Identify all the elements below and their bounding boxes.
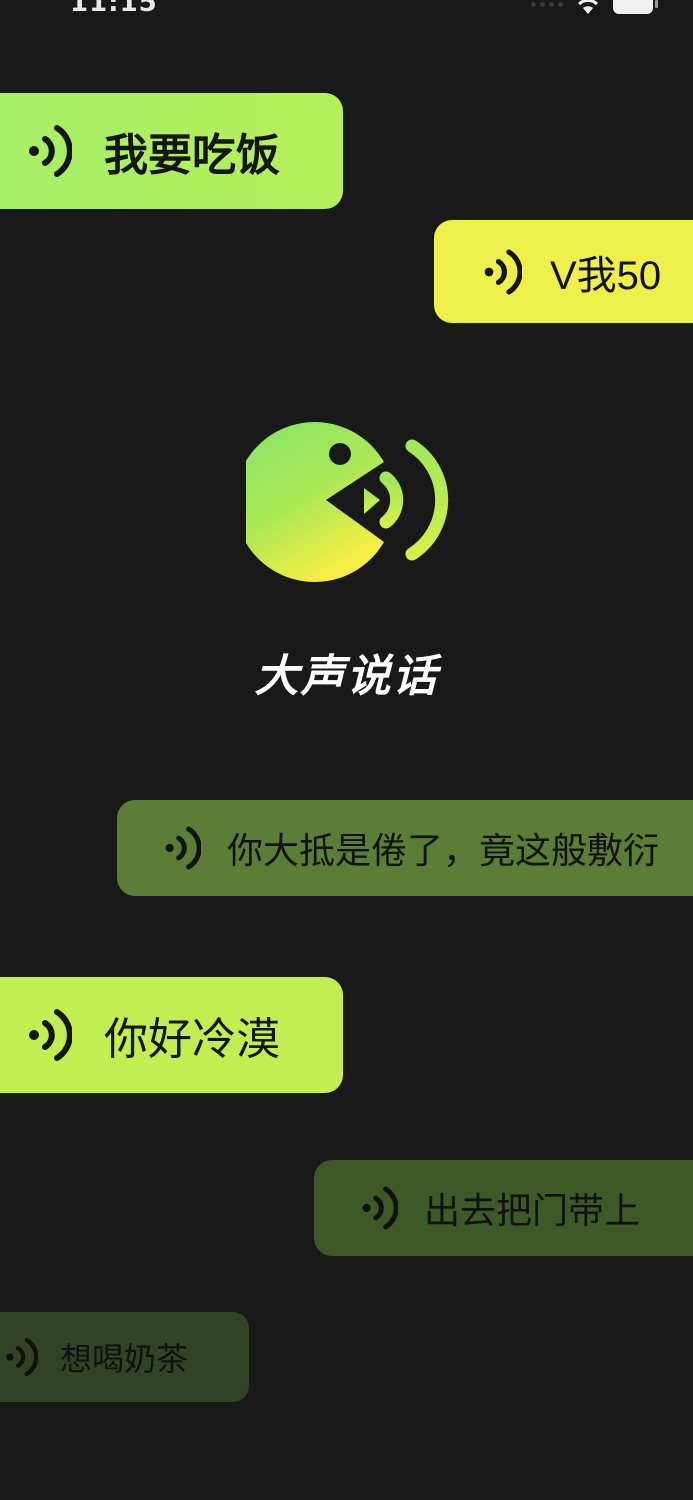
status-icons — [531, 0, 658, 16]
phrase-text: V我50 — [550, 253, 662, 298]
battery-icon — [613, 0, 658, 14]
phrase-bubble-1[interactable]: 我要吃饭 — [0, 93, 343, 209]
phrase-bubble-6[interactable]: 想喝奶茶 — [0, 1312, 249, 1402]
chomp-speaker-logo — [246, 422, 449, 582]
phrase-text: 我要吃饭 — [104, 130, 280, 181]
status-time: 11:15 — [70, 0, 158, 18]
sound-wave-icon — [362, 1186, 398, 1230]
phrase-text: 你好冷漠 — [104, 1014, 280, 1065]
phrase-bubble-2[interactable]: V我50 — [434, 220, 693, 323]
sound-wave-icon — [484, 248, 522, 295]
phrase-text: 出去把门带上 — [424, 1191, 641, 1232]
sound-wave-icon — [29, 1009, 72, 1061]
app-title: 大声说话 — [254, 651, 439, 702]
phrase-text: 想喝奶茶 — [60, 1340, 189, 1378]
phrase-bubble-4[interactable]: 你好冷漠 — [0, 977, 343, 1093]
sound-wave-icon — [165, 826, 201, 870]
status-bar: 11:15 — [0, 0, 693, 24]
phrase-text: 你大抵是倦了，竟这般敷衍 — [227, 831, 660, 872]
wifi-icon — [575, 0, 601, 14]
cellular-signal-icon — [531, 1, 563, 7]
sound-wave-icon — [29, 125, 72, 177]
phrase-bubble-3[interactable]: 你大抵是倦了，竟这般敷衍 — [117, 800, 693, 896]
sound-wave-icon — [6, 1337, 38, 1377]
phrase-bubble-5[interactable]: 出去把门带上 — [314, 1160, 693, 1256]
